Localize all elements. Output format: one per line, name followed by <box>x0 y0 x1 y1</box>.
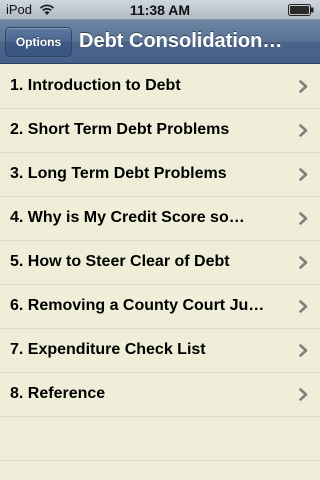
list-item[interactable]: 5. How to Steer Clear of Debt <box>0 241 320 285</box>
list-item[interactable]: 1. Introduction to Debt <box>0 65 320 109</box>
chevron-right-icon <box>299 344 308 357</box>
list-item-label: 6. Removing a County Court Ju… <box>10 297 265 314</box>
chevron-right-icon <box>299 124 308 137</box>
navigation-bar: Options Debt Consolidation… <box>0 20 320 64</box>
list-item[interactable]: 2. Short Term Debt Problems <box>0 109 320 153</box>
chapter-list: 1. Introduction to Debt 2. Short Term De… <box>0 65 320 480</box>
list-item-label: 3. Long Term Debt Problems <box>10 165 227 182</box>
list-item-label: 2. Short Term Debt Problems <box>10 121 230 138</box>
list-item-label: 4. Why is My Credit Score so… <box>10 209 245 226</box>
chevron-right-icon <box>299 388 308 401</box>
list-item[interactable]: 4. Why is My Credit Score so… <box>0 197 320 241</box>
chevron-right-icon <box>299 168 308 181</box>
options-button[interactable]: Options <box>5 27 72 57</box>
list-item[interactable]: 3. Long Term Debt Problems <box>0 153 320 197</box>
list-item[interactable]: 7. Expenditure Check List <box>0 329 320 373</box>
chevron-right-icon <box>299 256 308 269</box>
list-item[interactable]: 8. Reference <box>0 373 320 417</box>
list-item-label: 8. Reference <box>10 385 106 402</box>
battery-icon <box>288 4 314 16</box>
empty-row <box>0 417 320 461</box>
page-title: Debt Consolidation… <box>79 30 283 52</box>
list-item[interactable]: 6. Removing a County Court Ju… <box>0 285 320 329</box>
chevron-right-icon <box>299 80 308 93</box>
list-item-label: 5. How to Steer Clear of Debt <box>10 253 230 270</box>
chevron-right-icon <box>299 212 308 225</box>
list-item-label: 7. Expenditure Check List <box>10 341 206 358</box>
list-item-label: 1. Introduction to Debt <box>10 77 181 94</box>
chevron-right-icon <box>299 300 308 313</box>
status-bar: iPod 11:38 AM <box>0 0 320 20</box>
status-time: 11:38 AM <box>129 2 191 18</box>
